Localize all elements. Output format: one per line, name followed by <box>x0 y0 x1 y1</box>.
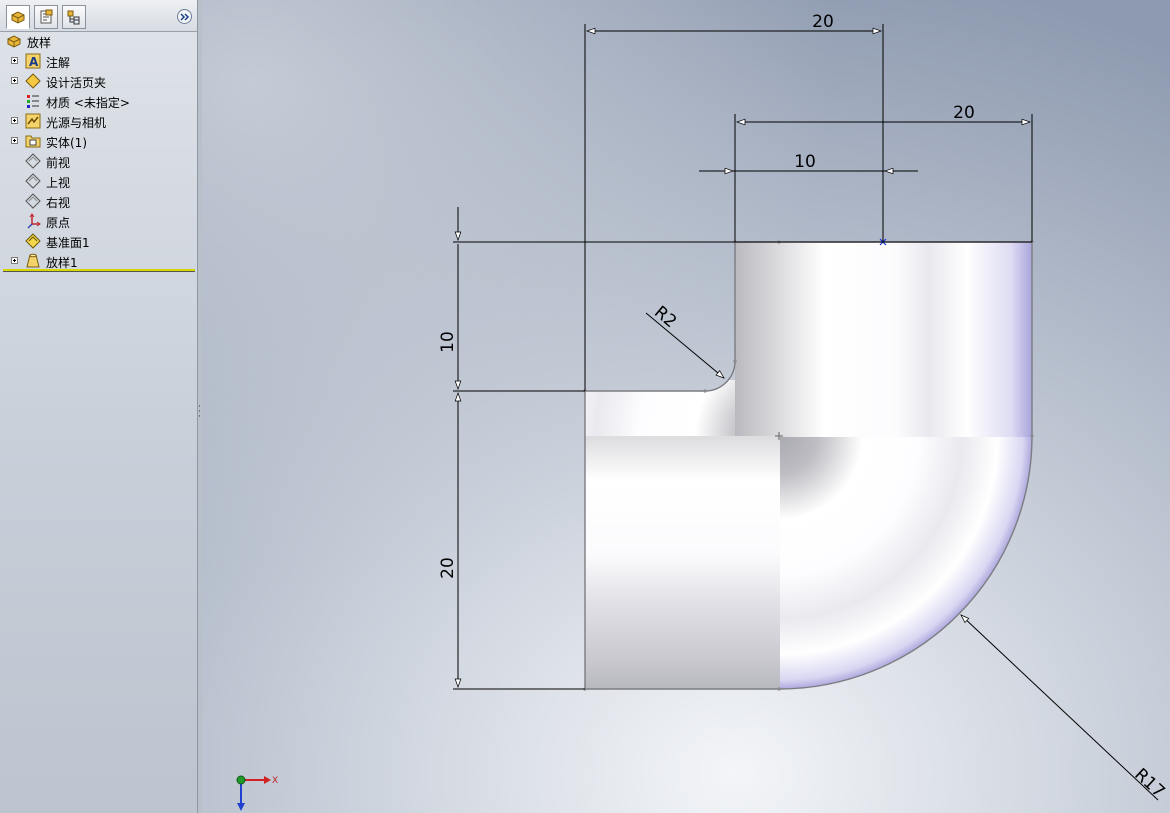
tree-item-loft1[interactable]: 放样1 <box>0 251 196 271</box>
expand-panel-button[interactable] <box>177 9 192 24</box>
material-icon <box>27 95 39 108</box>
tree-item-front-plane[interactable]: 前视 <box>0 151 196 171</box>
tree-item-right-plane[interactable]: 右视 <box>0 191 196 211</box>
model-view[interactable]: 20 20 10 10 20 R2 R17 X <box>202 0 1170 813</box>
tree-item-label: 基准面1 <box>46 236 90 250</box>
feature-manager-panel: 放样 A 注解 设计活页夹 材质 <未指定> 光源与相机 实体(1) 前视 上视… <box>0 0 198 813</box>
design-binder-icon <box>25 73 41 89</box>
lights-cameras-icon <box>25 113 41 129</box>
plane-icon <box>25 193 41 209</box>
plane-icon <box>25 173 41 189</box>
graphics-area[interactable]: 20 20 10 10 20 R2 R17 X <box>202 0 1170 813</box>
dim-neck-width[interactable]: 10 <box>794 152 816 172</box>
annotations-icon: A <box>25 53 41 69</box>
svg-text:A: A <box>29 55 39 69</box>
tree-item-label: 前视 <box>46 156 71 170</box>
configuration-manager-icon <box>67 10 80 25</box>
expand-toggle[interactable] <box>11 77 18 84</box>
double-chevron-right-icon <box>180 13 190 21</box>
tab-property-manager[interactable] <box>34 5 58 29</box>
dim-left-upper-height[interactable]: 10 <box>438 331 458 353</box>
tree-item-solid-bodies[interactable]: 实体(1) <box>0 131 196 151</box>
solid-bodies-icon <box>25 135 41 148</box>
tree-item-annotations[interactable]: A 注解 <box>0 51 196 71</box>
tab-feature-manager[interactable] <box>6 5 30 29</box>
tree-item-label: 设计活页夹 <box>46 76 107 90</box>
expand-toggle[interactable] <box>11 117 18 124</box>
tree-item-top-plane[interactable]: 上视 <box>0 171 196 191</box>
origin-icon <box>27 213 41 229</box>
tree-item-plane1[interactable]: 基准面1 <box>0 231 196 251</box>
tree-item-origin[interactable]: 原点 <box>0 211 196 231</box>
tree-item-label: 原点 <box>46 216 71 230</box>
tree-item-lights-cameras[interactable]: 光源与相机 <box>0 111 196 131</box>
tree-root-label: 放样 <box>27 36 52 50</box>
loft-part-icon <box>7 35 21 48</box>
tree-item-label: 材质 <未指定> <box>46 96 130 110</box>
plane-icon <box>25 153 41 169</box>
tree-item-label: 注解 <box>46 56 71 70</box>
tree-root-part[interactable]: 放样 <box>0 31 196 51</box>
triad-x-label: X <box>272 776 278 786</box>
rollback-bar[interactable] <box>3 269 195 272</box>
expand-toggle[interactable] <box>11 57 18 64</box>
tree-item-label: 右视 <box>46 196 71 210</box>
tree-item-design-binder[interactable]: 设计活页夹 <box>0 71 196 91</box>
dim-top-width[interactable]: 20 <box>812 12 834 32</box>
splitter-grip-icon[interactable]: · · · <box>198 403 201 422</box>
tab-configuration-manager[interactable] <box>62 5 86 29</box>
expand-toggle[interactable] <box>11 137 18 144</box>
panel-tab-bar <box>0 0 197 32</box>
tree-item-label: 光源与相机 <box>46 116 107 130</box>
expand-toggle[interactable] <box>11 257 18 264</box>
tree-item-material[interactable]: 材质 <未指定> <box>0 91 196 111</box>
tree-item-label: 上视 <box>46 176 71 190</box>
dim-left-lower-height[interactable]: 20 <box>438 557 458 579</box>
plane-selected-icon <box>25 233 41 249</box>
feature-manager-icon <box>11 11 25 24</box>
loft-feature-icon <box>26 253 40 268</box>
property-manager-icon <box>40 9 53 24</box>
tree-item-label: 实体(1) <box>46 136 87 150</box>
dim-right-width[interactable]: 20 <box>953 103 975 123</box>
